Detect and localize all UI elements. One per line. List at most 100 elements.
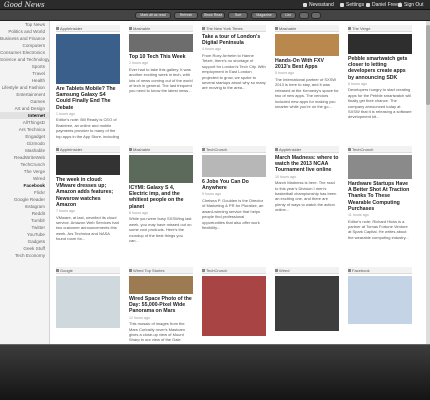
sidebar-item[interactable]: Flickr [0, 189, 49, 196]
sidebar-item[interactable]: Business and Finance [0, 35, 49, 42]
sidebar-item[interactable]: Art and Design [0, 105, 49, 112]
card-image[interactable] [202, 155, 266, 177]
scrollbar[interactable] [426, 21, 430, 344]
news-card[interactable]: Mashable ICYMI: Galaxy S 4, Electric imp,… [129, 146, 193, 261]
prev-button[interactable] [299, 12, 309, 19]
sidebar-item[interactable]: Internet [0, 112, 49, 119]
mark-read-button[interactable]: Mark all as read [135, 12, 171, 19]
card-source: TechCrunch [348, 146, 412, 153]
news-card[interactable]: Wired Top Stories Wired Space Photo of th… [129, 267, 193, 344]
sign-out-button[interactable]: Sign Out [398, 1, 423, 9]
card-title[interactable]: Pebble smartwatch gets closer to letting… [348, 56, 412, 81]
card-text: Editor's note: Bill Ready is CEO of Brai… [56, 117, 119, 140]
news-card[interactable]: AppleInsider Are Tablets Mobile? The Sams… [56, 25, 120, 140]
news-card[interactable]: Facebook [348, 267, 412, 344]
sidebar-item[interactable]: Gizmodo [0, 140, 49, 147]
card-image[interactable] [56, 276, 120, 328]
card-title[interactable]: Are Tablets Mobile? The Samsung Galaxy S… [56, 86, 120, 111]
sidebar-item[interactable]: YouTube [0, 231, 49, 238]
card-image[interactable] [348, 155, 412, 179]
scrollbar-thumb[interactable] [426, 25, 430, 105]
sidebar-item[interactable]: TechCrunch [0, 161, 49, 168]
news-card[interactable]: Wired [275, 267, 339, 344]
sidebar-item[interactable]: Tech Economy [0, 252, 49, 259]
sidebar-item[interactable]: Entertainment [0, 91, 49, 98]
settings-button[interactable]: Settings [340, 1, 364, 9]
sidebar-item[interactable]: Wired [0, 175, 49, 182]
news-card[interactable]: AppleInsider March Madness: where to watc… [275, 146, 339, 261]
news-card[interactable]: Google [56, 267, 120, 344]
news-grid: AppleInsider Are Tablets Mobile? The Sams… [51, 21, 430, 344]
sidebar-item[interactable]: Games [0, 98, 49, 105]
card-image[interactable] [129, 276, 193, 294]
card-title[interactable]: 6 Jobs You Can Do Anywhere [202, 179, 266, 191]
card-image[interactable] [348, 34, 412, 54]
user-button[interactable]: Daniel Freed [366, 1, 401, 9]
sidebar-item[interactable]: Health [0, 77, 49, 84]
sidebar-item[interactable]: Travel [0, 70, 49, 77]
sidebar-item[interactable]: Reddit [0, 210, 49, 217]
news-card[interactable]: TechCrunch 6 Jobs You Can Do Anywhere 9 ho… [202, 146, 266, 261]
app-window: Good News Newsstand Settings Daniel Free… [0, 0, 430, 344]
card-meta: 11 hours ago [348, 213, 369, 218]
card-image[interactable] [129, 155, 193, 183]
sidebar-item[interactable]: Engadget [0, 133, 49, 140]
user-icon [366, 2, 370, 7]
card-source: Facebook [348, 267, 412, 274]
sidebar-item[interactable]: Sports [0, 63, 49, 70]
show-read-button[interactable]: Show Read [201, 12, 225, 19]
card-text: Chelsea P. Goulden is the Director of Ma… [202, 198, 264, 231]
card-image[interactable] [129, 34, 193, 52]
sidebar-item[interactable]: Mashable [0, 147, 49, 154]
sidebar-item[interactable]: The Verge [0, 168, 49, 175]
sidebar-item[interactable]: Google Reader [0, 196, 49, 203]
list-view-button[interactable]: List [280, 12, 296, 19]
card-title[interactable]: Take a tour of London's Digital Peninsul… [202, 34, 266, 46]
sidebar-item[interactable]: Tumblr [0, 217, 49, 224]
sidebar-item[interactable]: Facebook [0, 182, 49, 189]
next-button[interactable] [311, 12, 321, 19]
sidebar-item[interactable]: AllThingsD [0, 119, 49, 126]
sidebar-item[interactable]: Consumer Electronics [0, 49, 49, 56]
sidebar-item[interactable]: Twitter [0, 224, 49, 231]
sidebar-item[interactable]: ReadWriteWeb [0, 154, 49, 161]
news-card[interactable]: TechCrunch [202, 267, 266, 344]
news-card[interactable]: AppleInsider The week in cloud: VMware dr… [56, 146, 120, 261]
sidebar-item[interactable]: Geek Stuff [0, 245, 49, 252]
card-title[interactable]: ICYMI: Galaxy S 4, Electric imp, and the… [129, 185, 193, 210]
card-title[interactable]: Hardware Startups Have A Better Shot At … [348, 181, 412, 212]
card-title[interactable]: Wired Space Photo of the Day: 55,000-Pix… [129, 296, 193, 315]
news-card[interactable]: TechCrunch Hardware Startups Have A Bette… [348, 146, 412, 261]
sidebar-item[interactable]: Gadgets [0, 238, 49, 245]
card-title[interactable]: March Madness: where to watch the 2013 N… [275, 155, 339, 174]
card-text: This mosaic of images from the Mars Curi… [129, 321, 185, 344]
sort-button[interactable]: Sort [228, 12, 248, 19]
card-image[interactable] [348, 276, 412, 324]
card-title[interactable]: Hands-On With FXV 2013's Best Apps [275, 58, 339, 70]
sidebar-item[interactable]: Instagram [0, 203, 49, 210]
sidebar-item[interactable]: Top News [0, 21, 49, 28]
newsstand-button[interactable]: Newsstand [303, 1, 334, 9]
sidebar-item[interactable]: Politics and World [0, 28, 49, 35]
card-image[interactable] [56, 155, 120, 175]
magazine-view-button[interactable]: Magazine [251, 12, 277, 19]
sidebar-item[interactable]: Computers [0, 42, 49, 49]
card-text: The International partner of SXSW 2013 i… [275, 77, 339, 110]
sidebar-item[interactable]: Ars Technica [0, 126, 49, 133]
card-image[interactable] [275, 276, 339, 331]
newsstand-icon [303, 2, 307, 7]
card-image[interactable] [275, 34, 339, 56]
news-card[interactable]: The Verge Pebble smartwatch gets closer t… [348, 25, 412, 140]
card-image[interactable] [202, 276, 266, 336]
card-title[interactable]: The week in cloud: VMware dresses up; Am… [56, 177, 120, 208]
sidebar-item[interactable]: Lifestyle and Fashion [0, 84, 49, 91]
refresh-button[interactable]: Refresh [174, 12, 198, 19]
news-card[interactable]: Mashable Top 10 Tech This Week 2 hours ago… [129, 25, 193, 140]
card-meta: 9 hours ago [202, 192, 221, 197]
sidebar-item[interactable]: Science and Technology [0, 56, 49, 63]
card-source: Google [56, 267, 120, 274]
news-card[interactable]: The New York Times Take a tour of London'… [202, 25, 266, 140]
news-card[interactable]: Mashable Hands-On With FXV 2013's Best Ap… [275, 25, 339, 140]
card-image[interactable] [56, 34, 120, 84]
card-title[interactable]: Top 10 Tech This Week [129, 54, 193, 60]
